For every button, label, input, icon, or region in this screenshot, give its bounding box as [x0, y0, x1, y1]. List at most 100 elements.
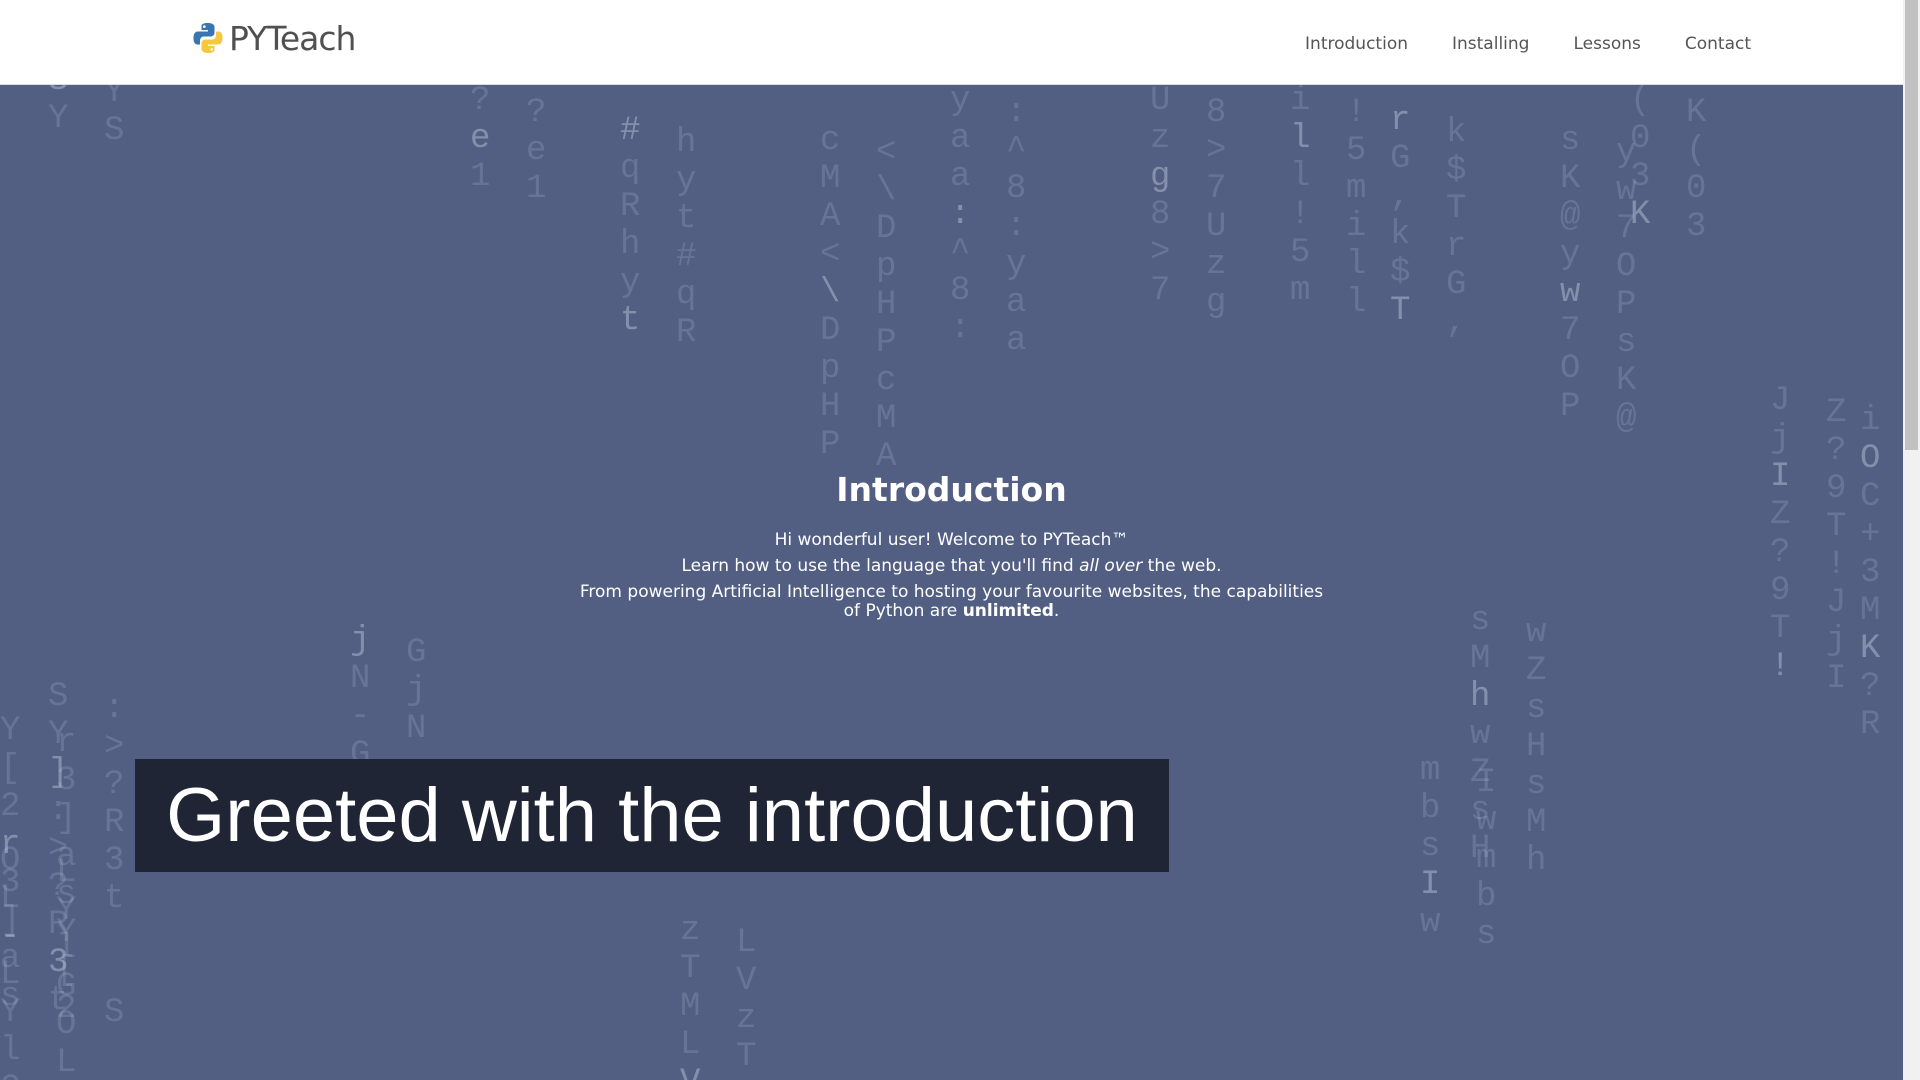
matrix-glyph: [ [0, 750, 21, 788]
matrix-glyph: 0 [1630, 120, 1651, 158]
matrix-glyph: N [406, 710, 427, 748]
matrix-glyph: s [1476, 916, 1497, 954]
matrix-glyph: 5 [1346, 132, 1367, 170]
matrix-glyph: g [1150, 158, 1171, 196]
matrix-glyph: ! [1770, 648, 1791, 686]
matrix-glyph: V [736, 962, 757, 1000]
main-nav: Introduction Installing Lessons Contact [1261, 34, 1751, 54]
matrix-glyph: 7 [1560, 312, 1581, 350]
scrollbar-thumb[interactable] [1905, 0, 1918, 450]
matrix-glyph: L [680, 1026, 701, 1064]
matrix-glyph: P [1616, 286, 1637, 324]
matrix-glyph: ^ [950, 234, 971, 272]
matrix-glyph: L [56, 1044, 77, 1080]
nav-link-contact[interactable]: Contact [1685, 34, 1751, 54]
matrix-glyph: g [1206, 284, 1227, 322]
matrix-glyph: j [350, 622, 371, 660]
matrix-glyph: z [1206, 246, 1227, 284]
matrix-glyph: ? [1860, 668, 1881, 706]
matrix-glyph: 1 [526, 170, 547, 208]
matrix-glyph: L [0, 880, 21, 918]
matrix-glyph: r [1390, 102, 1411, 140]
matrix-glyph: , [1446, 304, 1467, 342]
matrix-glyph: l [56, 930, 77, 968]
nav-link-lessons[interactable]: Lessons [1573, 34, 1640, 54]
intro-unlimited: unlimited [962, 601, 1054, 621]
python-logo-icon [193, 23, 223, 53]
matrix-glyph: s [1560, 122, 1581, 160]
matrix-glyph: - [350, 698, 371, 736]
matrix-glyph: ( [1686, 132, 1707, 170]
matrix-glyph: U [1150, 84, 1171, 120]
matrix-glyph: r [56, 724, 77, 762]
matrix-glyph: H [876, 286, 897, 324]
matrix-glyph: J [1770, 382, 1791, 420]
matrix-glyph: S [48, 678, 69, 716]
matrix-glyph: M [820, 160, 841, 198]
matrix-glyph: K [1860, 630, 1881, 668]
intro-learn-line: Learn how to use the language that you'l… [0, 553, 1903, 579]
matrix-glyph: > [1206, 132, 1227, 170]
matrix-glyph: j [1770, 420, 1791, 458]
matrix-glyph: 3 [1686, 208, 1707, 246]
matrix-glyph: M [876, 400, 897, 438]
matrix-glyph: 8 [1206, 94, 1227, 132]
matrix-glyph: e [470, 120, 491, 158]
video-caption-overlay: Greeted with the introduction [135, 759, 1169, 872]
matrix-glyph: D [820, 312, 841, 350]
matrix-glyph: e [526, 132, 547, 170]
matrix-glyph: K [1630, 196, 1651, 234]
matrix-glyph: Y [56, 892, 77, 930]
matrix-glyph: - [0, 918, 21, 956]
matrix-glyph: G [0, 1072, 20, 1080]
matrix-glyph: z [736, 1000, 757, 1038]
matrix-glyph: K [1560, 160, 1581, 198]
brand-logo-link[interactable]: PYTeach [191, 18, 356, 58]
matrix-glyph: D [876, 210, 897, 248]
matrix-glyph: ] [56, 800, 77, 838]
matrix-glyph: S [48, 84, 68, 98]
matrix-glyph: 7 [1150, 272, 1171, 310]
matrix-glyph: I [1420, 866, 1441, 904]
matrix-glyph: T [1390, 292, 1411, 330]
nav-link-installing[interactable]: Installing [1452, 34, 1529, 54]
matrix-glyph: U [1206, 208, 1227, 246]
matrix-glyph: ? [1826, 432, 1847, 470]
matrix-glyph: > [1150, 234, 1171, 272]
matrix-glyph: m [1420, 752, 1441, 790]
matrix-glyph: H [820, 388, 841, 426]
top-navbar: PYTeach Introduction Installing Lessons … [0, 0, 1903, 85]
matrix-glyph: m [1290, 272, 1311, 310]
matrix-glyph: O [56, 1006, 77, 1044]
matrix-glyph: H [1526, 728, 1547, 766]
matrix-glyph: K [1616, 362, 1637, 400]
matrix-glyph: I [1826, 660, 1847, 698]
matrix-glyph: 0 [1686, 170, 1707, 208]
matrix-glyph: N [350, 660, 371, 698]
matrix-glyph: t [676, 200, 697, 238]
matrix-glyph: Y [48, 100, 69, 138]
matrix-glyph: z [680, 912, 701, 950]
matrix-glyph: Y [104, 84, 125, 112]
nav-link-introduction[interactable]: Introduction [1305, 34, 1408, 54]
matrix-glyph: M [1470, 640, 1491, 678]
matrix-glyph: s [1470, 792, 1491, 830]
matrix-glyph: k [1446, 114, 1467, 152]
matrix-glyph: T [736, 1038, 757, 1076]
matrix-glyph: : [950, 196, 971, 234]
intro-learn-text: Learn how to use the language that you'l… [681, 556, 1080, 576]
matrix-glyph: G [56, 968, 77, 1006]
matrix-glyph: 2 [0, 788, 21, 826]
matrix-glyph: Z [1826, 394, 1847, 432]
matrix-glyph: 8 [1006, 170, 1027, 208]
matrix-glyph: L [56, 854, 77, 892]
page-scrollbar[interactable] [1903, 0, 1920, 1080]
matrix-glyph: p [820, 350, 841, 388]
matrix-glyph: b [1476, 878, 1497, 916]
matrix-glyph: c [820, 122, 841, 160]
introduction-heading: Introduction [836, 470, 1067, 509]
matrix-glyph: b [1420, 790, 1441, 828]
matrix-glyph: l [0, 1032, 21, 1070]
matrix-glyph: 3 [104, 842, 125, 880]
matrix-glyph: G [406, 634, 427, 672]
